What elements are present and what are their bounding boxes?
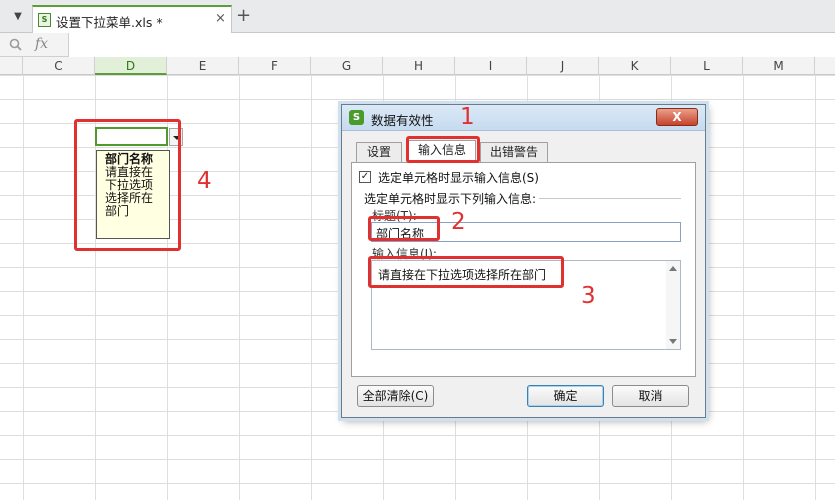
column-header-partial[interactable] <box>0 57 23 75</box>
grid-row-line <box>0 99 835 100</box>
annotation-box-3 <box>368 256 564 288</box>
app-logo-icon: S <box>349 110 364 125</box>
checkbox-label[interactable]: 选定单元格时显示输入信息(S) <box>378 169 539 186</box>
column-e-header[interactable]: E <box>167 57 239 75</box>
grid-column-line <box>23 75 24 500</box>
xls-file-icon: S <box>38 13 51 27</box>
column-i-header[interactable]: I <box>455 57 527 75</box>
scroll-up-icon[interactable] <box>669 266 677 271</box>
formula-bar: fx <box>0 33 835 57</box>
annotation-box-1 <box>406 136 480 163</box>
message-scrollbar[interactable] <box>666 261 680 349</box>
cancel-button[interactable]: 取消 <box>612 385 689 407</box>
column-k-header[interactable]: K <box>599 57 671 75</box>
column-c-header[interactable]: C <box>23 57 95 75</box>
grid-column-line <box>311 75 312 500</box>
function-icon[interactable]: fx <box>35 36 48 52</box>
close-tab-icon[interactable]: × <box>215 11 226 26</box>
column-m-header[interactable]: M <box>743 57 815 75</box>
column-d-header[interactable]: D <box>95 57 167 75</box>
show-input-message-checkbox[interactable]: ✓ <box>359 171 371 183</box>
tab-menu-icon[interactable]: ▼ <box>11 10 25 24</box>
grid-row-line <box>0 459 835 460</box>
grid-column-line <box>815 75 816 500</box>
clear-all-button[interactable]: 全部清除(C) <box>357 385 434 407</box>
section-label: 选定单元格时显示下列输入信息: <box>364 192 537 206</box>
grid-column-line <box>743 75 744 500</box>
annotation-number-3: 3 <box>581 283 596 309</box>
dialog-titlebar[interactable]: S 数据有效性 X <box>342 105 705 131</box>
zoom-icon[interactable] <box>9 38 22 51</box>
column-j-header[interactable]: J <box>527 57 599 75</box>
tab-bar: ▼ S 设置下拉菜单.xls * × + <box>0 0 835 33</box>
grid-row-line <box>0 435 835 436</box>
formula-input[interactable] <box>68 33 835 57</box>
annotation-box-2 <box>368 216 440 241</box>
grid-column-line <box>239 75 240 500</box>
grid-row-line <box>0 483 835 484</box>
column-header: C D E F G H I J K L M <box>0 57 835 75</box>
spreadsheet-window: ▼ S 设置下拉菜单.xls * × + fx C D E F G H I J … <box>0 0 835 500</box>
dialog-title: 数据有效性 <box>371 113 434 128</box>
document-tab-title: 设置下拉菜单.xls * <box>56 15 163 30</box>
column-h-header[interactable]: H <box>383 57 455 75</box>
ok-button[interactable]: 确定 <box>527 385 604 407</box>
annotation-number-1: 1 <box>460 104 475 130</box>
dialog-close-button[interactable]: X <box>656 108 698 126</box>
column-f-header[interactable]: F <box>239 57 311 75</box>
annotation-number-4: 4 <box>197 168 212 194</box>
column-g-header[interactable]: G <box>311 57 383 75</box>
column-l-header[interactable]: L <box>671 57 743 75</box>
add-tab-icon[interactable]: + <box>236 6 251 26</box>
annotation-number-2: 2 <box>451 209 466 235</box>
scroll-down-icon[interactable] <box>669 339 677 344</box>
annotation-box-4 <box>74 119 181 251</box>
section-divider <box>539 198 681 199</box>
tab-settings[interactable]: 设置 <box>356 142 402 162</box>
document-tab[interactable]: S 设置下拉菜单.xls * × <box>32 5 232 33</box>
grid-row-line <box>0 75 835 76</box>
tab-error-alert[interactable]: 出错警告 <box>480 142 548 162</box>
